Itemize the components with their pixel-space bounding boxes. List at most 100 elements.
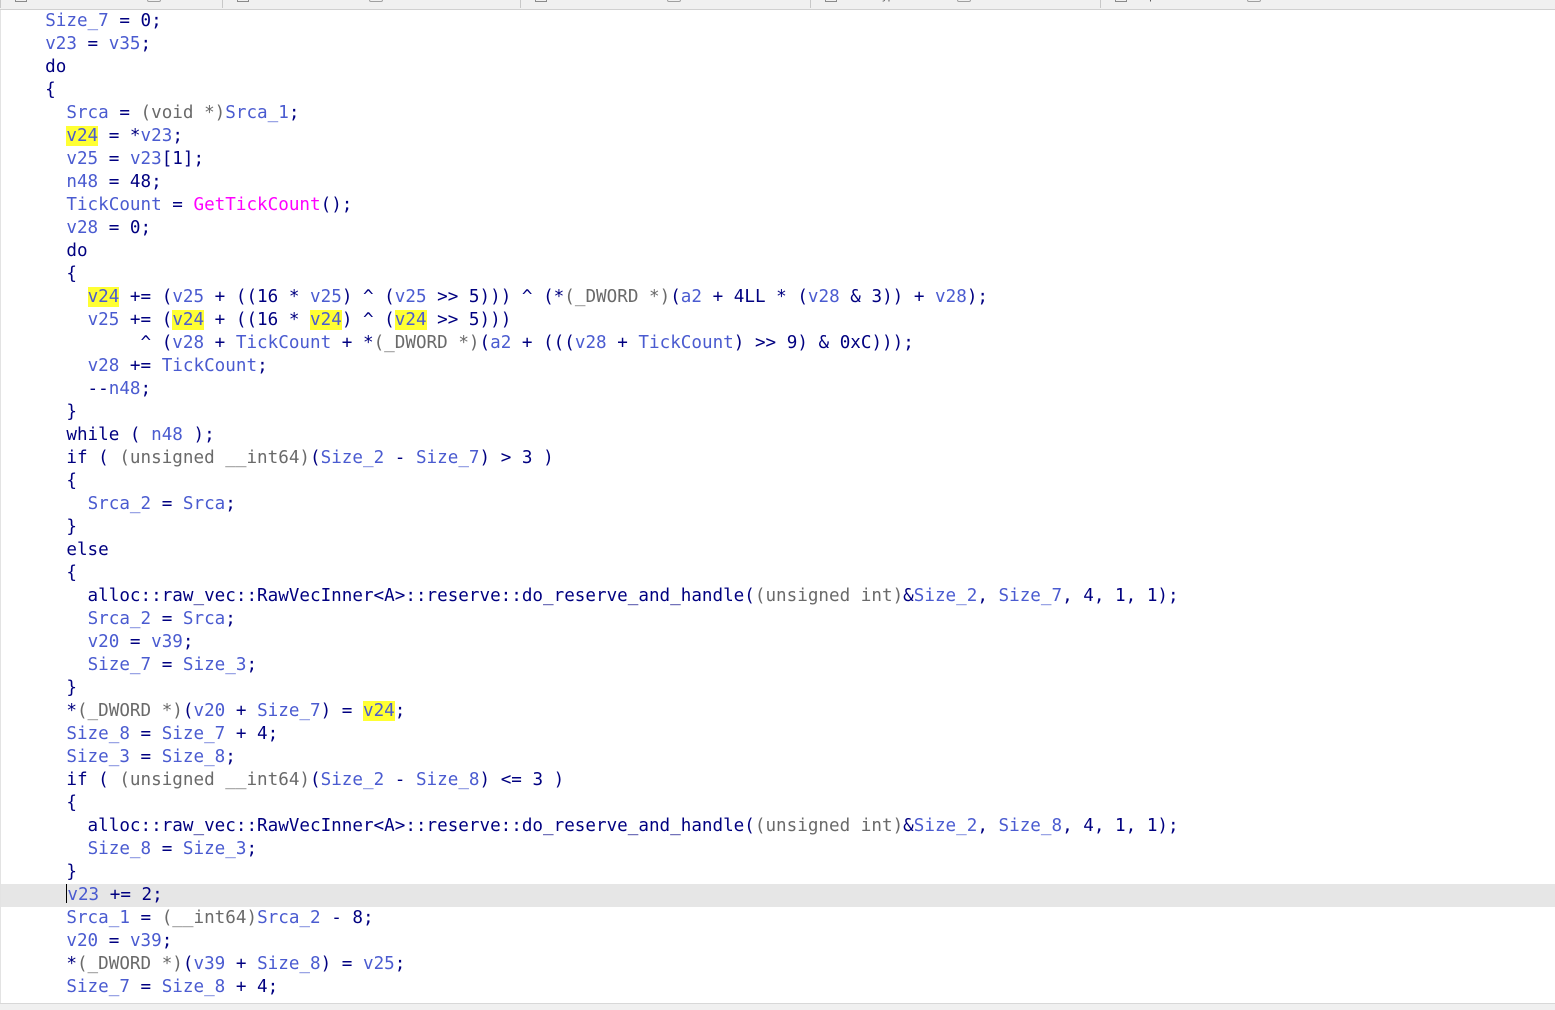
identifier[interactable]: v28 [935,287,967,307]
identifier[interactable]: Size_3 [183,839,247,859]
identifier[interactable]: v25 [310,287,342,307]
code-line[interactable]: { [1,263,1555,286]
identifier[interactable]: v25 [395,287,427,307]
code-line[interactable]: Srca_1 = (__int64)Srca_2 - 8; [1,907,1555,930]
identifier[interactable]: Size_8 [999,816,1063,836]
identifier[interactable]: Size_7 [45,11,109,31]
code-line[interactable]: Size_8 = Size_7 + 4; [1,723,1555,746]
close-icon[interactable] [957,0,971,3]
identifier[interactable]: Size_8 [162,747,226,767]
identifier[interactable]: Size_7 [257,701,321,721]
identifier[interactable]: Size_8 [66,724,130,744]
identifier[interactable]: Size_3 [183,655,247,675]
identifier[interactable]: v23 [67,885,99,905]
code-line[interactable]: TickCount = GetTickCount(); [1,194,1555,217]
code-line[interactable]: if ( (unsigned __int64)(Size_2 - Size_8)… [1,769,1555,792]
identifier[interactable]: Srca [183,494,225,514]
identifier[interactable]: v25 [172,287,204,307]
identifier[interactable]: TickCount [236,333,331,353]
code-line[interactable]: n48 = 48; [1,171,1555,194]
code-line[interactable]: Srca_2 = Srca; [1,608,1555,631]
identifier[interactable]: v28 [88,356,120,376]
identifier[interactable]: Size_7 [999,586,1063,606]
highlighted-identifier[interactable]: v24 [310,310,342,330]
identifier[interactable]: TickCount [162,356,257,376]
code-line[interactable]: alloc::raw_vec::RawVecInner<A>::reserve:… [1,585,1555,608]
identifier[interactable]: Size_3 [66,747,130,767]
identifier[interactable]: v25 [66,149,98,169]
identifier[interactable]: v39 [151,632,183,652]
close-icon[interactable] [1247,0,1261,3]
identifier[interactable]: Size_7 [162,724,226,744]
identifier[interactable]: v20 [194,701,226,721]
identifier[interactable]: v28 [808,287,840,307]
code-line[interactable]: v25 += (v24 + ((16 * v24) ^ (v24 >> 5))) [1,309,1555,332]
code-line[interactable]: --n48; [1,378,1555,401]
code-line[interactable]: { [1,470,1555,493]
identifier[interactable]: Size_2 [321,770,385,790]
code-line[interactable]: v28 += TickCount; [1,355,1555,378]
tab-local-types[interactable]: Local Types [810,0,1101,8]
highlighted-identifier[interactable]: v24 [394,310,427,330]
code-line[interactable]: *(_DWORD *)(v39 + Size_8) = v25; [1,953,1555,976]
code-line[interactable]: v20 = v39; [1,631,1555,654]
identifier[interactable]: Size_2 [321,448,385,468]
identifier[interactable]: v35 [109,34,141,54]
code-line[interactable]: if ( (unsigned __int64)(Size_2 - Size_7)… [1,447,1555,470]
close-icon[interactable] [369,0,383,3]
identifier[interactable]: v23 [141,126,173,146]
identifier[interactable]: v28 [172,333,204,353]
identifier[interactable]: n48 [66,172,98,192]
identifier[interactable]: Size_8 [416,770,480,790]
identifier[interactable]: v23 [45,34,77,54]
identifier[interactable]: v25 [363,954,395,974]
identifier[interactable]: v39 [194,954,226,974]
identifier[interactable]: a2 [490,333,511,353]
code-line[interactable]: { [1,562,1555,585]
identifier[interactable]: Srca_2 [88,609,152,629]
identifier[interactable]: v25 [88,310,120,330]
identifier[interactable]: a2 [681,287,702,307]
code-line[interactable]: v20 = v39; [1,930,1555,953]
code-line[interactable]: Srca = (void *)Srca_1; [1,102,1555,125]
identifier[interactable]: Size_7 [416,448,480,468]
code-line[interactable]: Size_7 = Size_3; [1,654,1555,677]
code-line[interactable]: Size_7 = Size_8 + 4; [1,976,1555,999]
code-line[interactable]: v23 += 2; [1,884,1555,907]
code-line[interactable]: do [1,56,1555,79]
code-line[interactable]: ^ (v28 + TickCount + *(_DWORD *)(a2 + ((… [1,332,1555,355]
identifier[interactable]: Srca [66,103,108,123]
identifier[interactable]: Size_8 [257,954,321,974]
code-line[interactable]: alloc::raw_vec::RawVecInner<A>::reserve:… [1,815,1555,838]
code-line[interactable]: v24 += (v25 + ((16 * v25) ^ (v25 >> 5)))… [1,286,1555,309]
close-icon[interactable] [147,0,161,3]
highlighted-identifier[interactable]: v24 [172,310,205,330]
code-line[interactable]: v28 = 0; [1,217,1555,240]
identifier[interactable]: TickCount [66,195,161,215]
identifier[interactable]: Size_8 [162,977,226,997]
highlighted-identifier[interactable]: v24 [363,701,395,721]
code-line[interactable]: Srca_2 = Srca; [1,493,1555,516]
code-line[interactable]: Size_3 = Size_8; [1,746,1555,769]
code-line[interactable]: } [1,516,1555,539]
code-line[interactable]: Size_8 = Size_3; [1,838,1555,861]
tab-imports[interactable]: Imports [1100,0,1391,8]
code-line[interactable]: v23 = v35; [1,33,1555,56]
close-icon[interactable] [667,0,681,3]
identifier[interactable]: Srca_1 [225,103,289,123]
code-line[interactable]: v24 = *v23; [1,125,1555,148]
tab-ida-view-a[interactable]: IDA View-A [0,0,223,8]
pseudocode-editor[interactable]: Size_7 = 0; v23 = v35; do { Srca = (void… [0,10,1555,1003]
identifier[interactable]: Srca [183,609,225,629]
identifier[interactable]: Srca_2 [88,494,152,514]
function-call[interactable]: GetTickCount [194,195,321,215]
identifier[interactable]: v28 [575,333,607,353]
code-line[interactable]: } [1,401,1555,424]
identifier[interactable]: v23 [130,149,162,169]
code-line[interactable]: { [1,79,1555,102]
code-line[interactable]: { [1,792,1555,815]
code-line[interactable]: } [1,861,1555,884]
highlighted-identifier[interactable]: v24 [87,287,120,307]
code-line[interactable]: v25 = v23[1]; [1,148,1555,171]
identifier[interactable]: v20 [88,632,120,652]
